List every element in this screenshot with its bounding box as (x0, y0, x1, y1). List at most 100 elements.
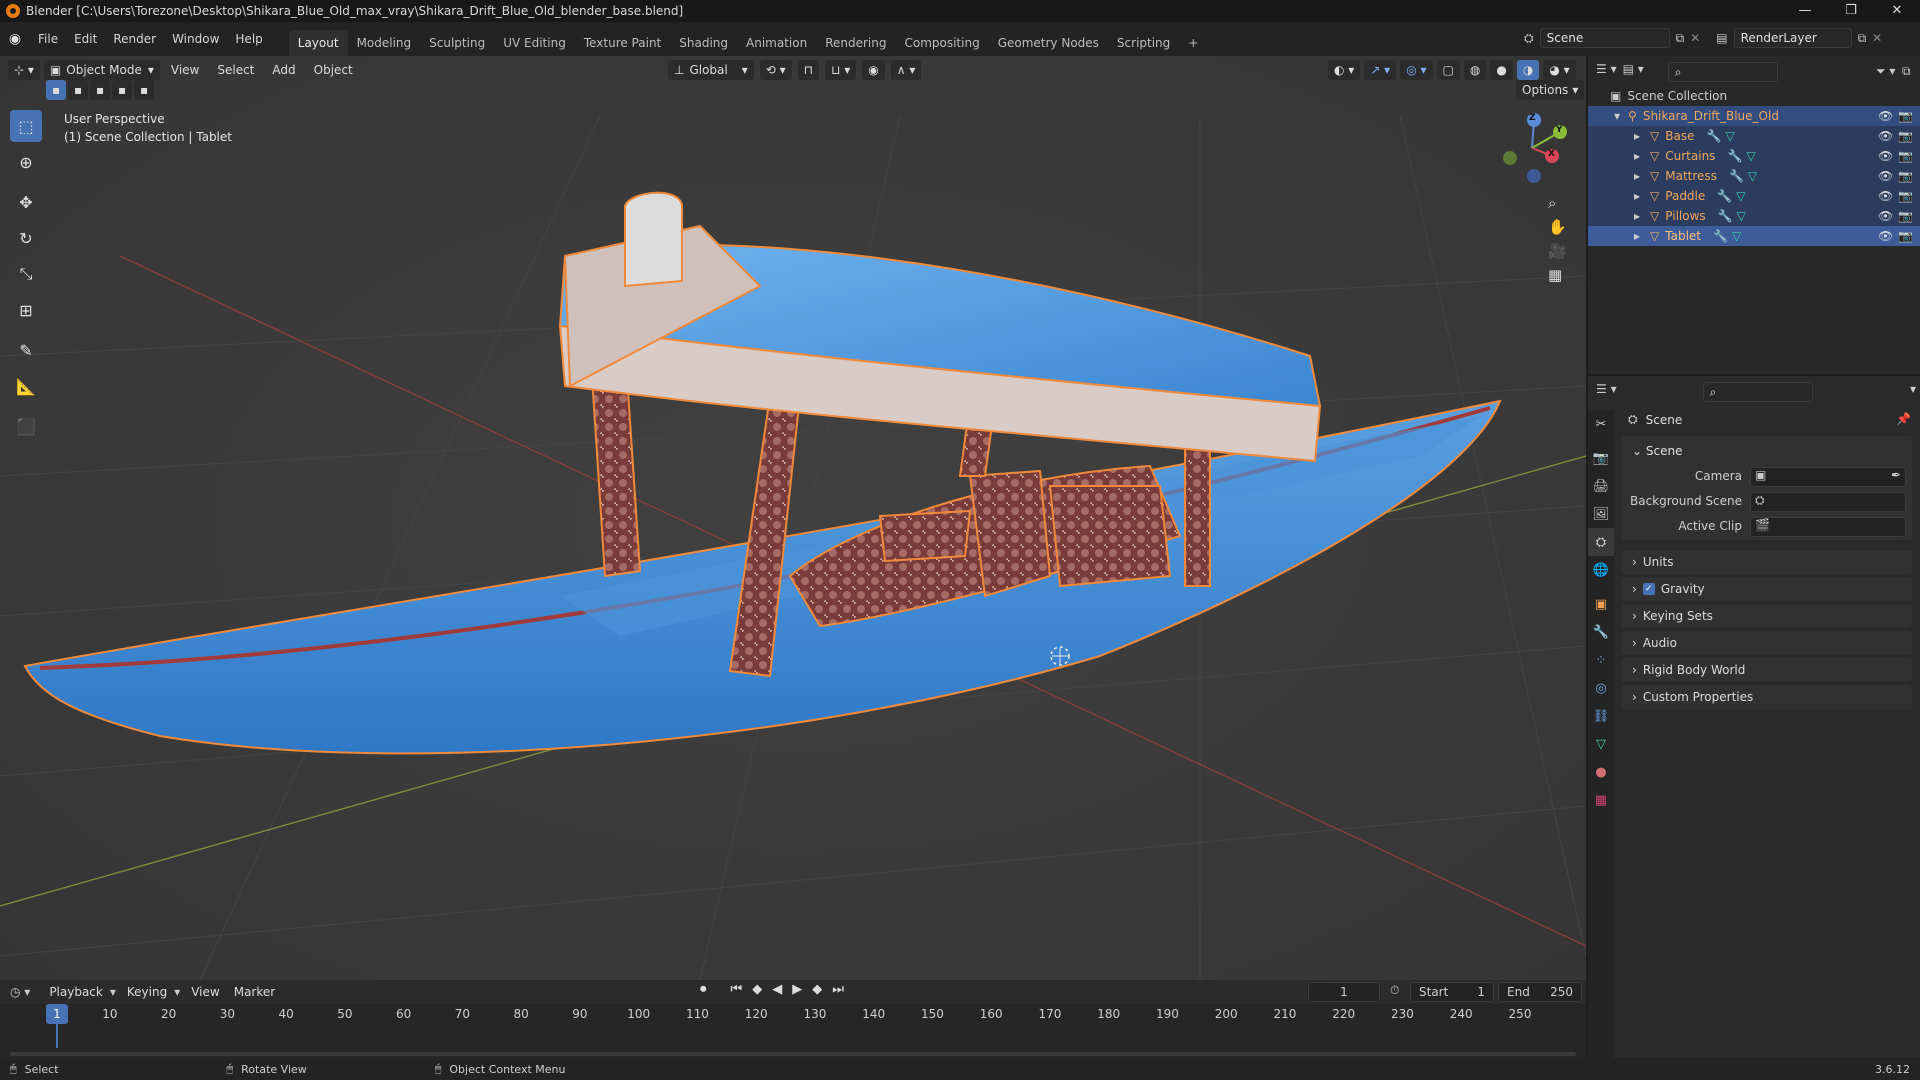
tab-modeling[interactable]: Modeling (348, 30, 421, 56)
gravity-panel[interactable]: › ✓ Gravity (1622, 577, 1912, 601)
proportional-edit-icon[interactable]: ◉ (862, 60, 885, 80)
start-frame-field[interactable]: Start 1 (1410, 982, 1494, 1002)
camera-render-icon[interactable]: 📷 (1898, 209, 1913, 223)
tab-rendering[interactable]: Rendering (816, 30, 895, 56)
end-frame-field[interactable]: End 250 (1498, 982, 1582, 1002)
jump-end-icon[interactable]: ⏭ (832, 982, 844, 997)
tab-geometry-nodes[interactable]: Geometry Nodes (989, 30, 1108, 56)
cursor-tool-icon[interactable]: ⊕ (10, 146, 42, 178)
world-tab-icon[interactable]: 🌐 (1588, 556, 1614, 584)
view-layer-tab-icon[interactable]: 🖼 (1588, 500, 1614, 528)
pan-hand-icon[interactable]: ✋ (1548, 218, 1567, 236)
menu-marker[interactable]: Marker (227, 982, 282, 1002)
expand-right-icon[interactable]: ▸ (1634, 229, 1640, 243)
display-mode-icon[interactable]: ▤ ▾ (1623, 62, 1644, 82)
menu-file[interactable]: File (30, 22, 66, 56)
snap-target-icon[interactable]: ⊔ ▾ (825, 60, 857, 80)
camera-view-icon[interactable]: 🎥 (1548, 242, 1567, 260)
particles-tab-icon[interactable]: ⁘ (1588, 646, 1614, 674)
orientation-selector[interactable]: ⊥ Global ▾ (668, 60, 754, 80)
outliner-row-object[interactable]: ▸ ▽ Curtains 🔧 ▽ 👁 📷 (1588, 146, 1920, 166)
units-panel[interactable]: › Units (1622, 550, 1912, 574)
material-shading-icon[interactable]: ◑ (1516, 60, 1540, 80)
expand-right-icon[interactable]: ▸ (1634, 169, 1640, 183)
ortho-toggle-icon[interactable]: ▦ (1548, 266, 1567, 284)
menu-help[interactable]: Help (227, 22, 270, 56)
menu-object[interactable]: Object (307, 60, 360, 80)
select-new-icon[interactable]: ▪ (46, 80, 66, 100)
render-tab-icon[interactable]: 📷 (1588, 444, 1614, 472)
eye-icon[interactable]: 👁 (1878, 109, 1893, 123)
eyedropper-icon[interactable]: ✒ (1891, 468, 1901, 482)
audio-panel[interactable]: › Audio (1622, 631, 1912, 655)
tab-scripting[interactable]: Scripting (1108, 30, 1179, 56)
falloff-icon[interactable]: ∧ ▾ (890, 60, 922, 80)
timeline-editor-icon[interactable]: ◷ ▾ (10, 985, 30, 999)
camera-render-icon[interactable]: 📷 (1898, 149, 1913, 163)
timeline-scrollbar[interactable] (10, 1052, 1576, 1056)
properties-search-input[interactable]: ⌕ (1702, 382, 1813, 402)
play-icon[interactable]: ▶ (792, 982, 802, 997)
delete-scene-icon[interactable]: ✕ (1690, 31, 1700, 45)
solid-shading-icon[interactable]: ● (1490, 60, 1513, 80)
tab-animation[interactable]: Animation (737, 30, 816, 56)
outliner-row-collection[interactable]: ▾ ⚲ Shikara_Drift_Blue_Old 👁 📷 (1588, 106, 1920, 126)
gravity-checkbox[interactable]: ✓ (1642, 583, 1655, 595)
menu-add[interactable]: Add (265, 60, 302, 80)
xray-toggle-icon[interactable]: ▢ (1436, 60, 1460, 80)
data-tab-icon[interactable]: ▽ (1588, 730, 1614, 758)
chevron-down-icon[interactable]: ▾ (1910, 382, 1916, 402)
properties-editor-icon[interactable]: ☰ ▾ (1596, 382, 1617, 402)
object-tab-icon[interactable]: ▣ (1588, 590, 1614, 618)
outliner-row-object[interactable]: ▸ ▽ Paddle 🔧 ▽ 👁 📷 (1588, 186, 1920, 206)
outliner-row-scene-collection[interactable]: ▣ Scene Collection (1588, 86, 1920, 106)
tab-texture-paint[interactable]: Texture Paint (575, 30, 670, 56)
camera-render-icon[interactable]: 📷 (1898, 109, 1913, 123)
eye-icon[interactable]: 👁 (1878, 209, 1893, 223)
blender-menu-icon[interactable]: ◉ (0, 31, 30, 47)
annotate-tool-icon[interactable]: ✎ (10, 334, 42, 366)
scene-tab-icon[interactable]: ⛭ (1588, 528, 1614, 556)
delete-view-layer-icon[interactable]: ✕ (1872, 31, 1882, 45)
menu-edit[interactable]: Edit (66, 22, 105, 56)
transform-tool-icon[interactable]: ⊞ (10, 294, 42, 326)
outliner-row-object[interactable]: ▸ ▽ Pillows 🔧 ▽ 👁 📷 (1588, 206, 1920, 226)
tab-compositing[interactable]: Compositing (895, 30, 988, 56)
current-frame-field[interactable]: 1 (1308, 982, 1380, 1002)
add-workspace-button[interactable]: + (1179, 30, 1207, 56)
visibility-icon[interactable]: ◐ ▾ (1328, 60, 1361, 80)
eye-icon[interactable]: 👁 (1878, 189, 1893, 203)
modifier-tab-icon[interactable]: 🔧 (1588, 618, 1614, 646)
outliner-row-object[interactable]: ▸ ▽ Base 🔧 ▽ 👁 📷 (1588, 126, 1920, 146)
camera-render-icon[interactable]: 📷 (1898, 189, 1913, 203)
zoom-icon[interactable]: ⌕ (1548, 194, 1567, 212)
menu-window[interactable]: Window (164, 22, 227, 56)
scale-tool-icon[interactable]: ⤡ (10, 258, 42, 290)
eye-icon[interactable]: 👁 (1878, 149, 1893, 163)
overlay-toggle-icon[interactable]: ◎ ▾ (1400, 60, 1433, 80)
texture-tab-icon[interactable]: ▦ (1588, 786, 1614, 814)
rendered-shading-icon[interactable]: ◕ ▾ (1543, 60, 1576, 80)
scene-selector[interactable]: Scene (1539, 28, 1670, 48)
camera-field[interactable]: ▣ ✒ (1750, 467, 1906, 487)
new-view-layer-icon[interactable]: ⧉ (1858, 31, 1867, 46)
scene-section-header[interactable]: ⌄ Scene (1622, 436, 1912, 466)
eye-icon[interactable]: 👁 (1878, 129, 1893, 143)
view-layer-selector[interactable]: RenderLayer (1733, 28, 1852, 48)
menu-playback[interactable]: Playback (42, 982, 110, 1002)
pivot-point-icon[interactable]: ⟲ ▾ (759, 60, 792, 80)
select-extend-icon[interactable]: ▪ (68, 80, 88, 100)
rotate-tool-icon[interactable]: ↻ (10, 222, 42, 254)
menu-keying[interactable]: Keying (120, 982, 174, 1002)
gizmo-toggle-icon[interactable]: ↗ ▾ (1364, 60, 1397, 80)
navigation-gizmo[interactable]: Z Y X (1496, 110, 1570, 184)
close-button[interactable]: ✕ (1874, 0, 1920, 22)
select-invert-icon[interactable]: ▪ (112, 80, 132, 100)
expand-down-icon[interactable]: ▾ (1614, 109, 1620, 123)
background-scene-field[interactable]: ⛭ (1750, 492, 1906, 512)
camera-render-icon[interactable]: 📷 (1898, 169, 1913, 183)
menu-select[interactable]: Select (210, 60, 261, 80)
active-clip-field[interactable]: 🎬 (1750, 517, 1906, 537)
record-icon[interactable]: ⏺ (700, 982, 707, 997)
tab-uv-editing[interactable]: UV Editing (494, 30, 575, 56)
